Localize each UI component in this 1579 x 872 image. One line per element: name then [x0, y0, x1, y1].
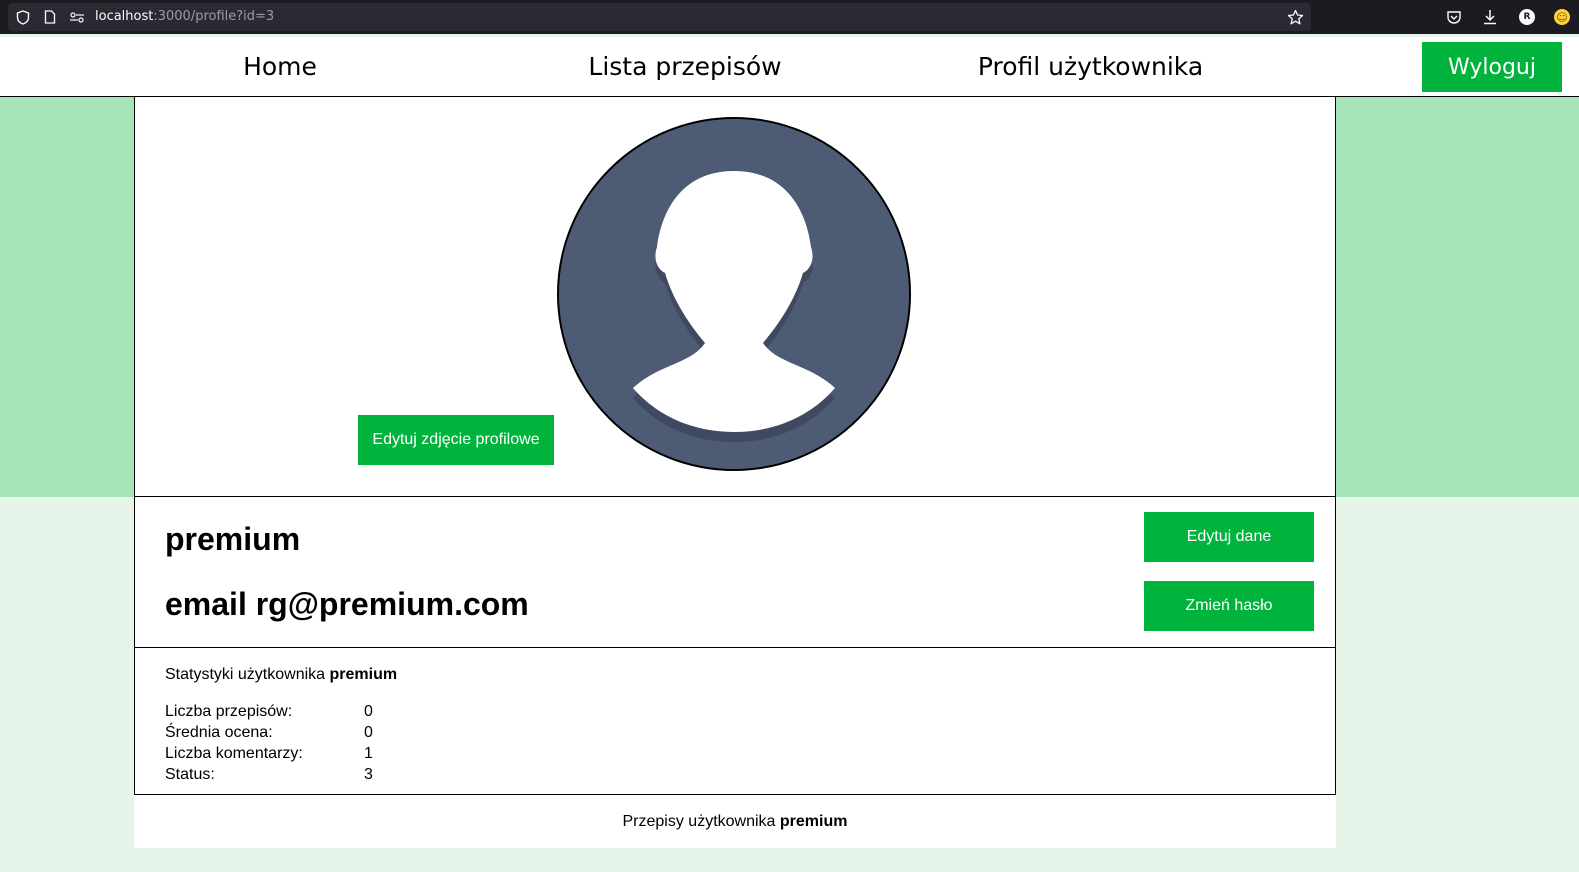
edit-data-button[interactable]: Edytuj dane [1144, 512, 1314, 562]
email-label: email [165, 586, 247, 622]
stats-title-prefix: Statystyki użytkownika [165, 666, 326, 683]
stat-row-recipes: Liczba przepisów: 0 [165, 703, 465, 724]
stat-label: Liczba przepisów: [165, 703, 293, 720]
address-bar[interactable]: localhost:3000/profile?id=3 [8, 3, 1311, 31]
user-info-section: premium email rg@premium.com Edytuj dane… [134, 497, 1336, 648]
stat-row-comments: Liczba komentarzy: 1 [165, 745, 465, 766]
account-icon[interactable]: R [1518, 0, 1536, 34]
email-value: rg@premium.com [255, 586, 529, 622]
logout-button[interactable]: Wyloguj [1422, 42, 1562, 92]
user-recipes-section: Przepisy użytkownika premium [134, 795, 1336, 848]
url-path: :3000/profile?id=3 [153, 9, 275, 24]
nav-recipe-list[interactable]: Lista przepisów [575, 37, 795, 97]
recipes-title-user: premium [779, 813, 848, 830]
profile-card: Edytuj zdjęcie profilowe premium email r… [134, 97, 1336, 848]
stat-value: 0 [364, 703, 373, 720]
downloads-icon[interactable] [1481, 0, 1499, 34]
account-initial: R [1519, 9, 1535, 25]
url-host: localhost [95, 9, 154, 24]
person-silhouette-icon [559, 119, 909, 469]
navbar: Home Lista przepisów Profil użytkownika … [0, 37, 1579, 97]
stat-row-avg-rating: Średnia ocena: 0 [165, 724, 465, 745]
shield-icon[interactable] [14, 3, 32, 31]
stat-label: Liczba komentarzy: [165, 745, 303, 762]
recipes-title-prefix: Przepisy użytkownika [622, 813, 776, 830]
edit-profile-photo-button[interactable]: Edytuj zdjęcie profilowe [358, 415, 554, 465]
stat-value: 3 [364, 766, 373, 783]
stat-label: Średnia ocena: [165, 724, 273, 741]
permissions-icon[interactable] [68, 3, 86, 31]
stat-row-status: Status: 3 [165, 766, 465, 787]
extension-emoji-icon[interactable]: ☺ [1553, 0, 1571, 34]
stats-title-user: premium [329, 666, 398, 683]
email-line: email rg@premium.com [165, 586, 529, 623]
avatar [557, 117, 911, 471]
nav-user-profile[interactable]: Profil użytkownika [968, 37, 1213, 97]
browser-toolbar: localhost:3000/profile?id=3 R ☺ [0, 0, 1579, 34]
username: premium [165, 521, 301, 557]
stat-value: 1 [364, 745, 373, 762]
bookmark-star-icon[interactable] [1285, 3, 1305, 31]
stat-value: 0 [364, 724, 373, 741]
page-icon [42, 3, 58, 31]
user-stats-section: Statystyki użytkownika premium Liczba pr… [134, 648, 1336, 795]
profile-photo-section: Edytuj zdjęcie profilowe [134, 97, 1336, 497]
change-password-button[interactable]: Zmień hasło [1144, 581, 1314, 631]
stat-label: Status: [165, 766, 215, 783]
pocket-icon[interactable] [1445, 0, 1463, 34]
nav-home[interactable]: Home [200, 37, 360, 97]
url-text[interactable]: localhost:3000/profile?id=3 [95, 3, 274, 31]
stats-title: Statystyki użytkownika premium [165, 666, 397, 684]
